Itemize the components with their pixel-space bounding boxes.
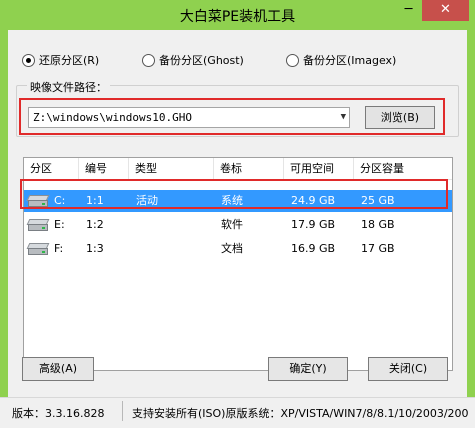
highlight-box-partition bbox=[20, 179, 448, 209]
column-header-free-space[interactable]: 可用空间 bbox=[284, 158, 354, 180]
capacity: 17 GB bbox=[361, 242, 395, 255]
image-path-group-label: 映像文件路径： bbox=[27, 79, 110, 95]
column-header-capacity[interactable]: 分区容量 bbox=[354, 158, 452, 180]
advanced-button[interactable]: 高级(A) bbox=[22, 357, 94, 381]
radio-backup-imagex[interactable]: 备份分区(Imagex) bbox=[286, 52, 396, 68]
partition-row-f[interactable]: F: 1:3 文档 16.9 GB 17 GB bbox=[24, 238, 452, 260]
column-header-type[interactable]: 类型 bbox=[129, 158, 214, 180]
hard-disk-icon bbox=[26, 243, 50, 256]
highlight-box-path bbox=[19, 98, 445, 135]
radio-label: 还原分区(R) bbox=[39, 54, 100, 67]
capacity: 18 GB bbox=[361, 218, 395, 231]
version-text: 版本：3.3.16.828 bbox=[12, 407, 105, 420]
title-bar[interactable]: 大白菜PE装机工具 ─ ✕ bbox=[0, 0, 475, 30]
partition-number: 1:2 bbox=[86, 218, 104, 231]
status-divider bbox=[122, 401, 123, 421]
column-header-number[interactable]: 编号 bbox=[79, 158, 129, 180]
installer-window: 大白菜PE装机工具 ─ ✕ 还原分区(R) 备份分区(Ghost) 备份分区(I… bbox=[0, 0, 475, 428]
column-header-partition[interactable]: 分区 bbox=[24, 158, 79, 180]
partition-row-e[interactable]: E: 1:2 软件 17.9 GB 18 GB bbox=[24, 214, 452, 236]
column-header-label[interactable]: 卷标 bbox=[214, 158, 284, 180]
volume-label: 软件 bbox=[221, 218, 243, 231]
minimize-button[interactable]: ─ bbox=[395, 0, 422, 21]
radio-button-icon[interactable] bbox=[286, 53, 299, 67]
volume-label: 文档 bbox=[221, 242, 243, 255]
ok-button[interactable]: 确定(Y) bbox=[268, 357, 348, 381]
partition-number: 1:3 bbox=[86, 242, 104, 255]
drive-letter: E: bbox=[54, 218, 65, 231]
close-window-button[interactable]: ✕ bbox=[422, 0, 469, 21]
radio-button-icon[interactable] bbox=[142, 53, 155, 67]
support-text: 支持安装所有(ISO)原版系统：XP/VISTA/WIN7/8/8.1/10/2… bbox=[132, 407, 468, 420]
radio-label: 备份分区(Imagex) bbox=[303, 54, 397, 67]
close-button[interactable]: 关闭(C) bbox=[368, 357, 448, 381]
client-area: 还原分区(R) 备份分区(Ghost) 备份分区(Imagex) 映像文件路径：… bbox=[8, 30, 467, 419]
hard-disk-icon bbox=[26, 219, 50, 232]
radio-backup-ghost[interactable]: 备份分区(Ghost) bbox=[142, 52, 244, 68]
radio-label: 备份分区(Ghost) bbox=[159, 54, 244, 67]
status-bar: 版本：3.3.16.828 支持安装所有(ISO)原版系统：XP/VISTA/W… bbox=[0, 397, 475, 428]
radio-restore-partition[interactable]: 还原分区(R) bbox=[22, 52, 99, 68]
free-space: 16.9 GB bbox=[291, 242, 336, 255]
radio-button-icon[interactable] bbox=[22, 53, 35, 67]
drive-letter: F: bbox=[54, 242, 64, 255]
partition-list-header: 分区 编号 类型 卷标 可用空间 分区容量 bbox=[24, 158, 452, 180]
free-space: 17.9 GB bbox=[291, 218, 336, 231]
